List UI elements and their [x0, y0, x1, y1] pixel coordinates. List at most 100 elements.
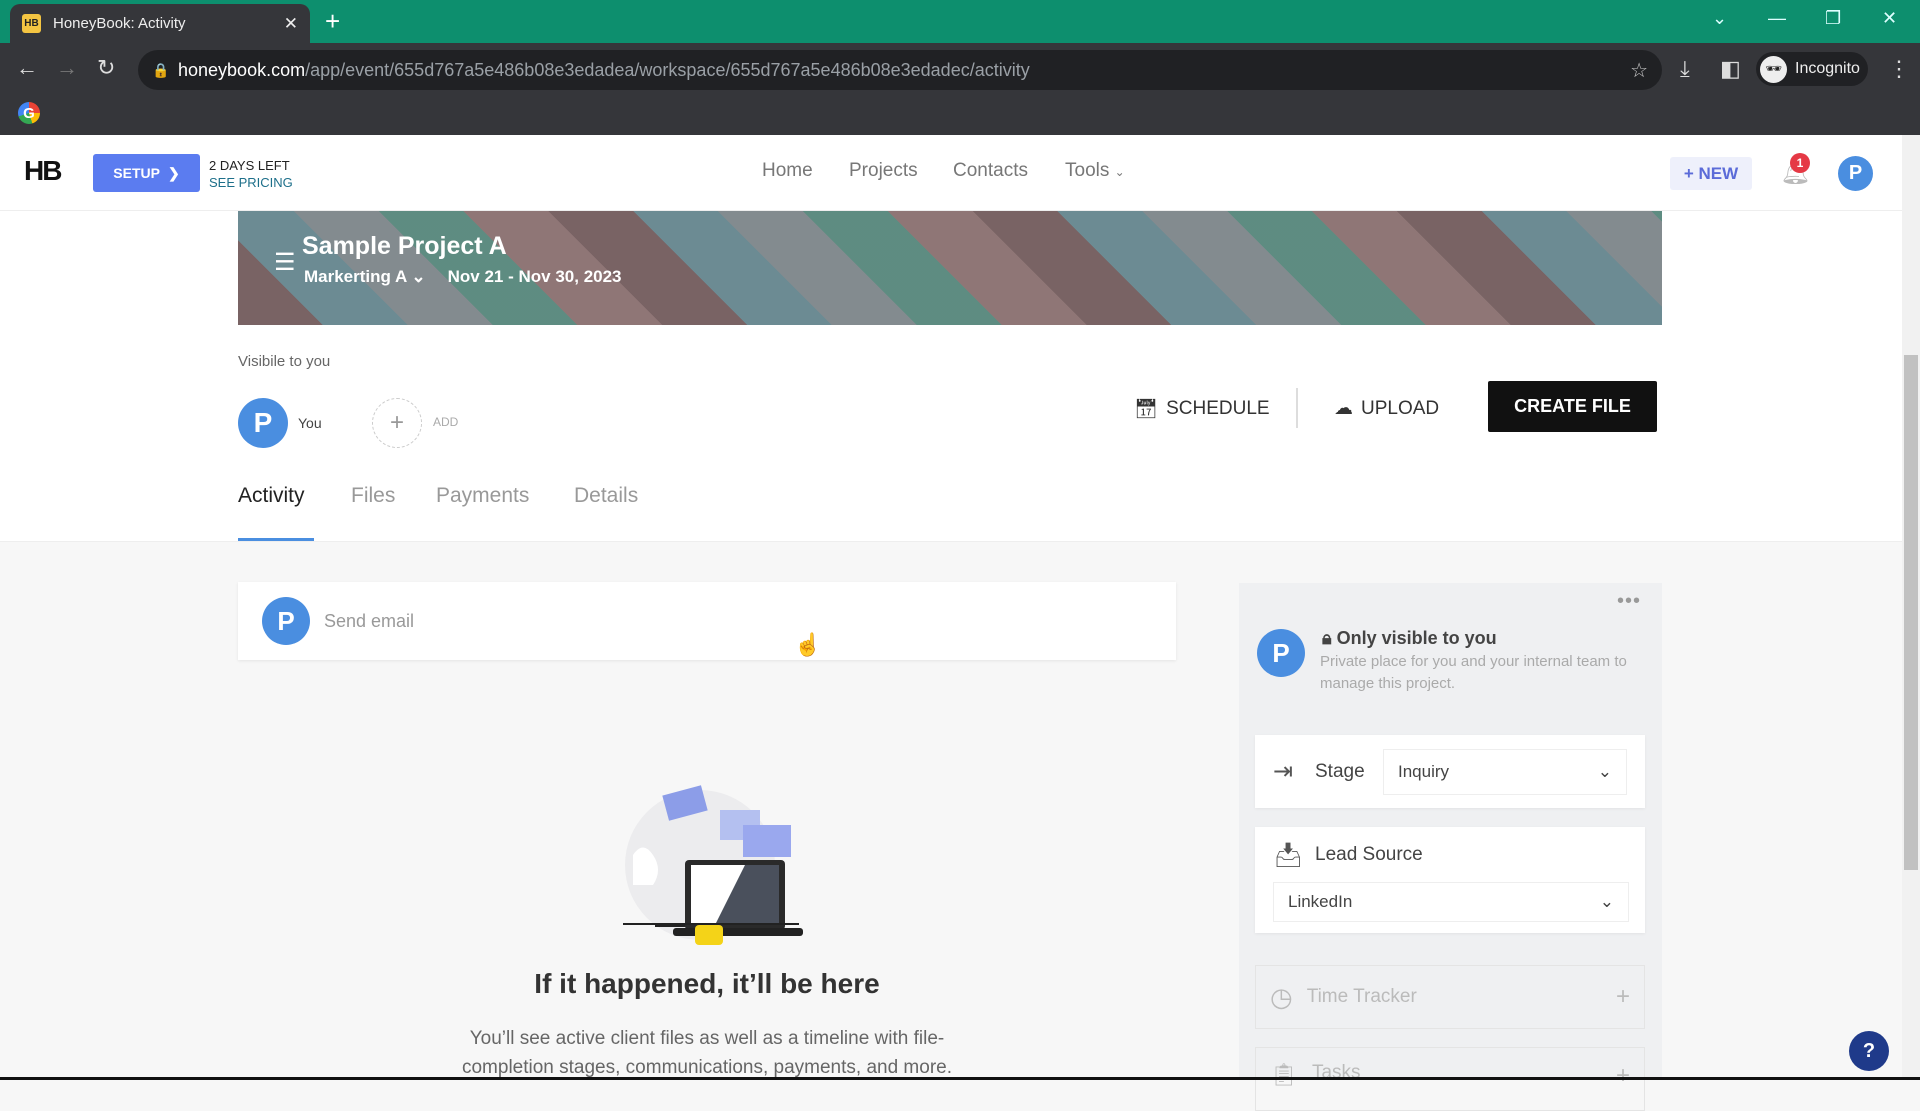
download-icon[interactable]: ⤓	[1680, 56, 1690, 82]
close-window-icon[interactable]: ✕	[1882, 8, 1897, 29]
back-icon[interactable]: ←	[16, 55, 38, 81]
upload-button[interactable]: ☁ UPLOAD	[1334, 397, 1439, 420]
calendar-icon: 📅︎	[1134, 399, 1159, 420]
nav-tools[interactable]: Tools ⌄	[1065, 160, 1125, 182]
hamburger-menu-icon[interactable]: ☰	[274, 248, 296, 277]
lock-icon: 🔒	[152, 61, 170, 78]
chevron-down-icon: ⌄	[1599, 892, 1614, 911]
empty-state-title: If it happened, it’ll be here	[534, 968, 880, 999]
add-icon[interactable]: +	[1616, 1062, 1630, 1090]
chevron-down-icon: ⌄	[1114, 165, 1125, 179]
trial-info: 2 DAYS LEFT SEE PRICING	[209, 157, 293, 191]
empty-state-text: You’ll see active client files as well a…	[238, 1024, 1176, 1082]
new-button[interactable]: + NEW	[1670, 157, 1752, 190]
bookmark-star-icon[interactable]: ☆	[1630, 58, 1648, 83]
add-icon[interactable]: +	[1616, 983, 1630, 1011]
create-file-button[interactable]: CREATE FILE	[1488, 381, 1657, 432]
composer-avatar: P	[262, 597, 310, 645]
nav-home[interactable]: Home	[762, 160, 813, 182]
lead-source-select[interactable]: LinkedIn ⌄	[1273, 882, 1629, 922]
member-name: You	[298, 415, 322, 431]
chevron-down-icon: ⌄	[411, 267, 426, 286]
chevron-down-icon: ⌄	[1597, 762, 1612, 781]
hand-cursor-icon: ☝	[794, 632, 822, 657]
lock-icon: 🔒︎	[1322, 628, 1332, 648]
profile-label: Incognito	[1795, 60, 1860, 77]
setup-label: SETUP	[113, 165, 160, 181]
favicon: HB	[22, 14, 41, 33]
tab-details[interactable]: Details	[574, 484, 638, 508]
panel-avatar: P	[1257, 629, 1305, 677]
time-tracker-section[interactable]: ◷ Time Tracker +	[1255, 965, 1645, 1029]
user-avatar[interactable]: P	[1838, 156, 1873, 191]
lead-source-label: Lead Source	[1315, 844, 1423, 865]
browser-tab[interactable]: HB HoneyBook: Activity ✕	[10, 4, 310, 43]
tab-activity[interactable]: Activity	[238, 484, 305, 508]
lead-source-value: LinkedIn	[1288, 892, 1353, 911]
address-bar[interactable]: 🔒 honeybook.com/app/event/655d767a5e486b0…	[138, 50, 1662, 90]
time-tracker-label: Time Tracker	[1306, 986, 1417, 1007]
reload-icon[interactable]: ↻	[97, 55, 115, 81]
lead-source-card: 📥︎ Lead Source LinkedIn ⌄	[1255, 827, 1645, 933]
add-member-button[interactable]: +	[372, 398, 422, 448]
private-title: 🔒︎ Only visible to you	[1322, 628, 1497, 649]
browser-menu-icon[interactable]: ⋮	[1888, 56, 1910, 82]
trial-days: 2 DAYS LEFT	[209, 158, 290, 173]
tab-title: HoneyBook: Activity	[53, 15, 186, 32]
tab-payments[interactable]: Payments	[436, 484, 529, 508]
stage-select[interactable]: Inquiry ⌄	[1383, 749, 1627, 795]
divider	[1296, 388, 1298, 428]
google-bookmark-icon[interactable]: G	[18, 102, 40, 124]
project-subtitle: Markerting A ⌄ Nov 21 - Nov 30, 2023	[304, 267, 622, 287]
project-title: Sample Project A	[302, 232, 507, 260]
stage-card: ⇥ Stage Inquiry ⌄	[1255, 735, 1645, 808]
schedule-button[interactable]: 📅︎ SCHEDULE	[1134, 397, 1270, 421]
more-options-icon[interactable]: •••	[1617, 590, 1641, 613]
stage-icon: ⇥	[1273, 758, 1294, 785]
scrollbar-thumb[interactable]	[1904, 355, 1918, 870]
active-tab-indicator	[238, 538, 314, 541]
restore-icon[interactable]: ❐	[1825, 8, 1841, 29]
nav-tools-label: Tools	[1065, 160, 1110, 181]
project-type-dropdown[interactable]: Markerting A ⌄	[304, 267, 426, 287]
url-host: honeybook.com	[178, 59, 306, 80]
tab-search-icon[interactable]: ⌄	[1712, 8, 1727, 29]
empty-state-illustration	[623, 785, 803, 945]
forward-icon[interactable]: →	[56, 55, 78, 81]
stage-value: Inquiry	[1398, 762, 1450, 781]
help-button[interactable]: ?	[1849, 1031, 1889, 1071]
visibility-label: Visibile to you	[238, 353, 331, 370]
member-avatar[interactable]: P	[238, 398, 288, 448]
setup-button[interactable]: SETUP ❯	[93, 154, 200, 192]
clock-icon: ◷	[1270, 981, 1293, 1012]
empty-text-line-1: You’ll see active client files as well a…	[469, 1028, 945, 1049]
incognito-profile[interactable]: 🕶 Incognito	[1756, 52, 1868, 86]
private-title-text: Only visible to you	[1336, 628, 1497, 648]
nav-contacts[interactable]: Contacts	[953, 160, 1028, 182]
url-path: /app/event/655d767a5e486b08e3edadea/work…	[305, 59, 1030, 80]
tab-files[interactable]: Files	[351, 484, 395, 508]
nav-projects[interactable]: Projects	[849, 160, 918, 182]
private-description: Private place for you and your internal …	[1320, 653, 1627, 692]
close-tab-icon[interactable]: ✕	[284, 14, 298, 34]
clipboard-icon: 📋︎	[1270, 1062, 1298, 1087]
send-email-placeholder: Send email	[324, 610, 415, 631]
minimize-icon[interactable]: —	[1768, 8, 1786, 29]
add-member-label[interactable]: ADD	[433, 415, 458, 429]
send-email-composer[interactable]: P Send email	[238, 582, 1176, 660]
incognito-icon: 🕶	[1760, 55, 1787, 83]
cloud-upload-icon: ☁	[1334, 398, 1353, 419]
side-panel-icon[interactable]: ◧	[1720, 56, 1741, 82]
project-dates: Nov 21 - Nov 30, 2023	[447, 267, 622, 286]
inbox-download-icon: 📥︎	[1273, 842, 1304, 869]
project-type: Markerting A	[304, 267, 407, 286]
chevron-right-icon: ❯	[167, 164, 180, 181]
upload-label: UPLOAD	[1361, 397, 1440, 419]
stage-label: Stage	[1315, 761, 1365, 782]
new-tab-button[interactable]: +	[325, 6, 340, 37]
see-pricing-link[interactable]: SEE PRICING	[209, 174, 293, 191]
tasks-label: Tasks	[1311, 1062, 1361, 1083]
schedule-label: SCHEDULE	[1166, 398, 1270, 419]
notification-badge: 1	[1790, 153, 1810, 173]
honeybook-logo[interactable]: HB	[24, 155, 62, 187]
